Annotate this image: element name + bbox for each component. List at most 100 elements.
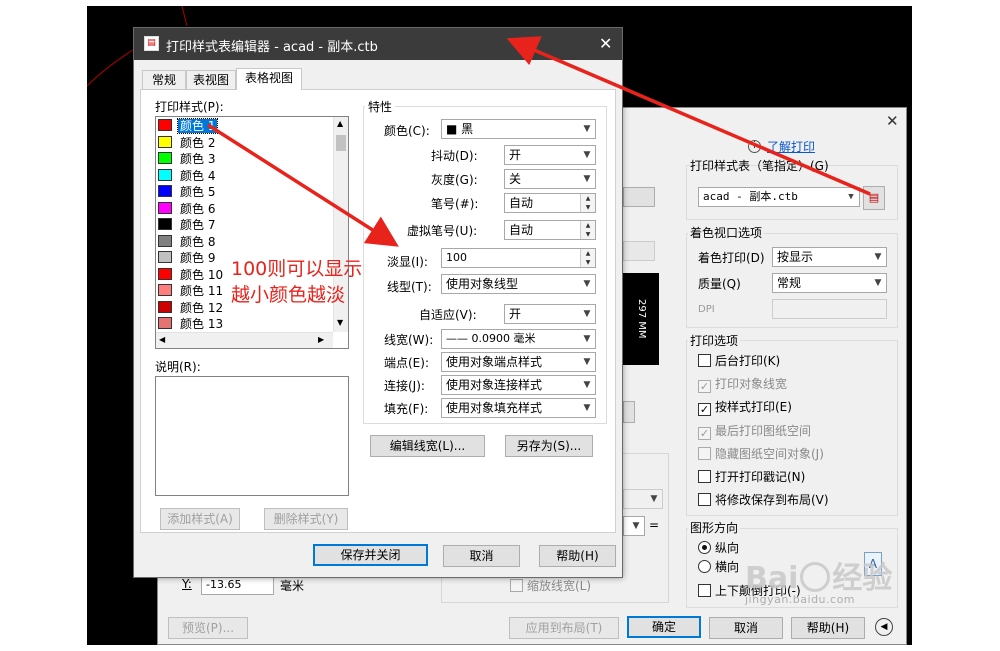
- annotation-line-1: 100则可以显示: [231, 258, 363, 280]
- screening-spinner[interactable]: ▲ ▼: [580, 249, 595, 267]
- linetype-label: 线型(T):: [387, 280, 432, 294]
- grayscale-label: 灰度(G):: [431, 173, 478, 187]
- color-select[interactable]: ■ 黑 ▼: [441, 119, 596, 139]
- partial-button[interactable]: [623, 187, 655, 207]
- plot-option-checkbox[interactable]: 将修改保存到布局(V): [698, 493, 829, 507]
- screening-input[interactable]: 100 ▲ ▼: [441, 248, 596, 268]
- landscape-label: 横向: [715, 560, 740, 574]
- color-swatch: [158, 251, 172, 263]
- partial-button-2[interactable]: [623, 241, 655, 261]
- screening-label: 淡显(I):: [387, 255, 428, 269]
- y-offset-input[interactable]: -13.65: [201, 575, 274, 595]
- scroll-up-icon[interactable]: ▲: [337, 119, 343, 128]
- watermark-brand: Bai: [745, 561, 799, 596]
- close-icon[interactable]: ✕: [599, 34, 612, 53]
- plot-option-label: 打印对象线宽: [715, 377, 788, 392]
- list-hscroll[interactable]: ◀ ▶: [156, 332, 333, 348]
- plot-option-checkbox[interactable]: 后台打印(K): [698, 354, 780, 368]
- save-as-button[interactable]: 另存为(S)...: [505, 435, 593, 457]
- virtual-pen-label: 虚拟笔号(U):: [407, 224, 478, 238]
- scroll-right-icon[interactable]: ▶: [318, 335, 324, 344]
- properties-title: 特性: [365, 98, 396, 115]
- editor-help-button[interactable]: 帮助(H): [539, 545, 616, 567]
- dialog-title: 打印样式表编辑器 - acad - 副本.ctb: [166, 40, 378, 55]
- tab-strip: 常规 表视图 表格视图: [142, 68, 612, 90]
- add-style-button[interactable]: 添加样式(A): [160, 508, 240, 530]
- shade-plot-select[interactable]: 按显示 ▼: [772, 247, 887, 267]
- tab-2[interactable]: 表格视图: [236, 68, 302, 90]
- shade-plot-label: 着色打印(D): [698, 251, 765, 265]
- dpi-input[interactable]: [772, 299, 887, 319]
- scroll-left-icon[interactable]: ◀: [159, 335, 165, 344]
- style-list-item[interactable]: 颜色 3: [158, 151, 330, 167]
- save-close-button[interactable]: 保存并关闭: [313, 544, 428, 566]
- scroll-down-icon[interactable]: ▼: [337, 318, 343, 327]
- tab-1[interactable]: 表视图: [186, 70, 236, 90]
- fill-select[interactable]: 使用对象填充样式 ▼: [441, 398, 596, 418]
- plot-style-table-select[interactable]: acad - 副本.ctb ▼: [698, 187, 860, 207]
- dither-select[interactable]: 开 ▼: [504, 145, 596, 165]
- ok-button[interactable]: 确定: [627, 616, 701, 638]
- plot-styles-list[interactable]: 颜色 1 颜色 2 颜色 3 颜色 4 颜色 5 颜色 6 颜色 7 颜色 8 颜色 9 颜色 1…: [155, 116, 349, 349]
- style-list-item[interactable]: 颜色 8: [158, 234, 330, 250]
- style-list-item[interactable]: 颜色 13: [158, 316, 330, 332]
- y-offset-label: Y:: [182, 577, 192, 591]
- plot-option-checkbox[interactable]: ✓ 打印对象线宽: [698, 377, 788, 394]
- apply-to-layout-button[interactable]: 应用到布局(T): [509, 617, 619, 639]
- quality-label: 质量(Q): [698, 277, 741, 291]
- preview-button[interactable]: 预览(P)...: [168, 617, 248, 639]
- style-list-item[interactable]: 颜色 5: [158, 184, 330, 200]
- color-swatch: [158, 168, 172, 181]
- quality-select[interactable]: 常规 ▼: [772, 273, 887, 293]
- plot-option-checkbox[interactable]: 打开打印戳记(N): [698, 470, 805, 484]
- landscape-radio[interactable]: 横向: [698, 560, 739, 574]
- color-swatch: [158, 135, 172, 148]
- style-list-item[interactable]: 颜色 2: [158, 135, 330, 151]
- plot-cancel-button[interactable]: 取消: [709, 617, 783, 639]
- radio-unselected: [698, 560, 711, 573]
- style-name: 颜色 12: [180, 300, 224, 315]
- color-swatch: [158, 185, 172, 197]
- close-icon[interactable]: ✕: [886, 112, 899, 130]
- style-list-item[interactable]: 颜色 4: [158, 168, 330, 184]
- delete-style-button[interactable]: 删除样式(Y): [264, 508, 348, 530]
- portrait-radio[interactable]: 纵向: [698, 541, 739, 555]
- virtual-pen-input[interactable]: 自动 ▲ ▼: [504, 220, 596, 240]
- join-select[interactable]: 使用对象连接样式 ▼: [441, 375, 596, 395]
- checkbox-box: [698, 446, 711, 460]
- description-textarea[interactable]: [155, 376, 349, 496]
- editor-cancel-button[interactable]: 取消: [443, 545, 520, 567]
- grayscale-select[interactable]: 关 ▼: [504, 169, 596, 189]
- style-name: 颜色 8: [180, 234, 216, 249]
- scroll-thumb[interactable]: [336, 135, 346, 151]
- endcap-label: 端点(E):: [384, 356, 429, 370]
- plot-option-checkbox[interactable]: ✓ 最后打印图纸空间: [698, 424, 811, 440]
- plot-preview: 297 MM: [623, 273, 659, 365]
- tab-0[interactable]: 常规: [142, 70, 186, 90]
- adaptive-select[interactable]: 开 ▼: [504, 304, 596, 324]
- plot-option-checkbox[interactable]: 隐藏图纸空间对象(J): [698, 446, 824, 461]
- pen-spinner[interactable]: ▲ ▼: [580, 194, 595, 212]
- style-list-item[interactable]: 颜色 6: [158, 201, 330, 217]
- dpi-label: DPI: [698, 304, 715, 315]
- scale-lineweights-checkbox[interactable]: 缩放线宽(L): [510, 579, 591, 593]
- style-list-item[interactable]: 颜色 7: [158, 217, 330, 233]
- paw-icon: [800, 562, 831, 592]
- virtual-pen-spinner[interactable]: ▲ ▼: [580, 221, 595, 239]
- learn-plot-link[interactable]: 了解打印: [767, 138, 815, 155]
- partial-button-3[interactable]: [623, 401, 635, 423]
- pen-input[interactable]: 自动 ▲ ▼: [504, 193, 596, 213]
- plot-option-checkbox[interactable]: ✓ 按样式打印(E): [698, 400, 792, 417]
- edit-table-icon[interactable]: ▤: [863, 186, 885, 210]
- endcap-select[interactable]: 使用对象端点样式 ▼: [441, 352, 596, 372]
- baidu-watermark: Bai 经验 jingyan.baidu.com: [745, 553, 892, 606]
- style-list-item[interactable]: 颜色 1: [158, 118, 330, 134]
- plot-help-button[interactable]: 帮助(H): [791, 617, 865, 639]
- edit-lineweights-button[interactable]: 编辑线宽(L)...: [370, 435, 485, 457]
- shade-viewport-title: 着色视口选项: [688, 224, 765, 241]
- expand-icon[interactable]: ◀: [875, 618, 893, 636]
- linetype-select[interactable]: 使用对象线型 ▼: [441, 274, 596, 294]
- color-swatch: [158, 284, 172, 296]
- info-icon: i: [748, 140, 761, 153]
- lineweight-select[interactable]: —— 0.0900 毫米 ▼: [441, 329, 596, 349]
